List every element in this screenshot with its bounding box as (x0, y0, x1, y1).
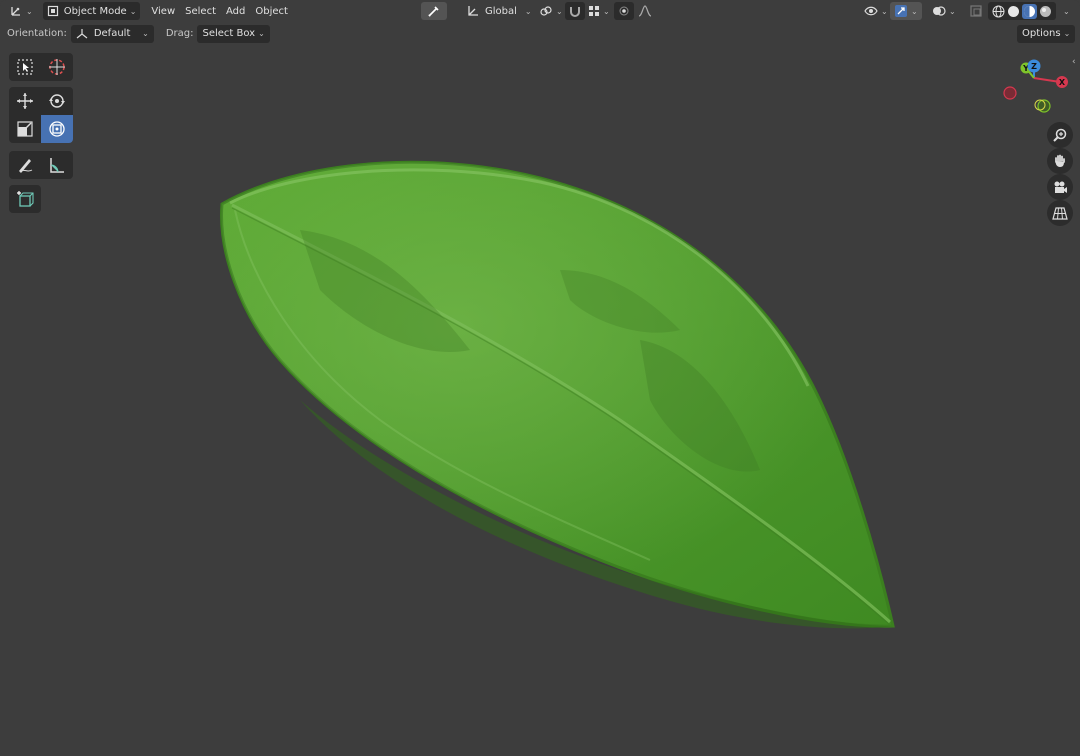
grid-snap-icon (588, 5, 600, 17)
menu-object[interactable]: Object (250, 2, 293, 20)
tool-annotate[interactable] (9, 151, 41, 179)
object-mode-icon (47, 5, 59, 17)
add-cube-icon (17, 191, 34, 207)
measure-ruler-icon (50, 158, 64, 173)
z-axis-label: Z (1031, 62, 1037, 71)
drag-value: Select Box (202, 28, 256, 39)
camera-icon (1054, 181, 1067, 193)
rendered-shading-icon[interactable] (1039, 5, 1052, 18)
orientation-gizmo-icon (76, 28, 88, 40)
mode-label: Object Mode (63, 5, 127, 17)
menu-view[interactable]: View (146, 2, 180, 20)
options-dropdown[interactable]: Options ⌄ (1017, 24, 1076, 43)
tool-transform[interactable] (41, 115, 73, 143)
rotate-icon (49, 94, 65, 108)
tool-measure[interactable] (41, 151, 73, 179)
select-box-icon (17, 59, 33, 75)
zoom-magnifier-icon (1053, 128, 1067, 142)
grid-perspective-icon (1052, 207, 1068, 220)
pan-button[interactable] (1047, 148, 1073, 174)
orientation-dropdown[interactable]: Default ⌄ (70, 24, 154, 43)
blender-3d-viewport[interactable]: ⌄ Object Mode ⌄ View Select Add Object G… (0, 0, 1080, 756)
chevron-down-icon: ⌄ (556, 6, 563, 16)
shading-options-dropdown[interactable]: ⌄ (1056, 2, 1074, 20)
xray-toggle[interactable] (966, 2, 986, 20)
zoom-button[interactable] (1047, 122, 1073, 148)
tool-scale[interactable] (9, 115, 41, 143)
chevron-down-icon: ⌄ (129, 6, 137, 16)
editor-type-button[interactable]: ⌄ (5, 2, 37, 20)
orientation-label: Global (485, 5, 517, 17)
solid-shading-icon[interactable] (1007, 5, 1020, 18)
annotate-pencil-icon (19, 159, 33, 173)
cursor-icon (49, 59, 65, 75)
tool-rotate[interactable] (41, 87, 73, 115)
perspective-toggle-button[interactable] (1047, 200, 1073, 226)
pivot-point-dropdown[interactable]: ⌄ (535, 2, 567, 20)
material-preview-shading-icon[interactable] (1022, 3, 1037, 19)
wireframe-shading-icon[interactable] (992, 5, 1005, 18)
orientation-icon (466, 4, 480, 18)
tool-cursor[interactable] (41, 53, 73, 81)
chevron-down-icon: ⌄ (1063, 29, 1071, 38)
chevron-down-icon: ⌄ (603, 6, 610, 16)
sidebar-toggle-icon[interactable]: ‹ (1072, 57, 1076, 67)
orientation-value: Default (93, 28, 131, 39)
eyedropper-button[interactable] (421, 2, 447, 20)
xray-icon (970, 5, 982, 17)
tool-select-box[interactable] (9, 53, 41, 81)
chevron-down-icon: ⌄ (26, 6, 33, 16)
chevron-down-icon: ⌄ (881, 6, 888, 16)
tool-settings-bar: Orientation: Default ⌄ Drag: Select Box … (0, 23, 1080, 44)
gizmo-toggle[interactable]: ⌄ (890, 2, 922, 20)
proportional-editing-toggle[interactable] (614, 2, 634, 20)
tool-add-cube[interactable] (9, 185, 41, 213)
drag-label: Drag: (165, 28, 194, 39)
visibility-dropdown[interactable]: ⌄ (860, 2, 892, 20)
falloff-dropdown[interactable] (634, 2, 656, 20)
chevron-down-icon: ⌄ (258, 29, 265, 38)
proportional-edit-icon (618, 5, 630, 17)
leaf-3d-model (220, 160, 895, 629)
navigation-gizmo[interactable]: Y Z X (1000, 58, 1076, 120)
falloff-curve-icon (638, 5, 652, 17)
menu-select[interactable]: Select (180, 2, 221, 20)
axes-icon (9, 4, 23, 18)
snap-target-dropdown[interactable]: ⌄ (584, 2, 614, 20)
orientation-label: Orientation: (7, 28, 67, 39)
overlays-dropdown[interactable]: ⌄ (928, 2, 960, 20)
camera-view-button[interactable] (1047, 174, 1073, 200)
transform-icon (49, 121, 65, 137)
menu-add[interactable]: Add (221, 2, 250, 20)
neg-x-axis-handle[interactable] (1003, 86, 1017, 100)
gizmo-icon (894, 4, 908, 18)
move-icon (17, 93, 33, 109)
scale-icon (17, 121, 33, 137)
snap-toggle[interactable] (565, 2, 585, 20)
chevron-down-icon: ⌄ (949, 6, 956, 16)
chevron-down-icon: ⌄ (1063, 6, 1070, 16)
mode-dropdown[interactable]: Object Mode ⌄ (42, 2, 141, 20)
options-label: Options (1022, 28, 1061, 39)
magnet-icon (569, 5, 581, 17)
x-axis-label: X (1059, 78, 1066, 87)
viewport-header: ⌄ Object Mode ⌄ View Select Add Object G… (0, 0, 1080, 22)
tool-move[interactable] (9, 87, 41, 115)
drag-dropdown[interactable]: Select Box ⌄ (197, 24, 270, 43)
transform-orientation-dropdown[interactable]: Global ⌄ (462, 2, 536, 20)
chevron-down-icon: ⌄ (142, 29, 149, 38)
hand-icon (1055, 154, 1065, 167)
shading-modes (988, 2, 1056, 20)
eyedropper-icon (427, 4, 441, 18)
chevron-down-icon: ⌄ (524, 6, 532, 16)
overlays-icon (932, 4, 946, 18)
chevron-down-icon: ⌄ (911, 6, 918, 16)
pivot-icon (539, 4, 553, 18)
eye-icon (864, 5, 878, 17)
